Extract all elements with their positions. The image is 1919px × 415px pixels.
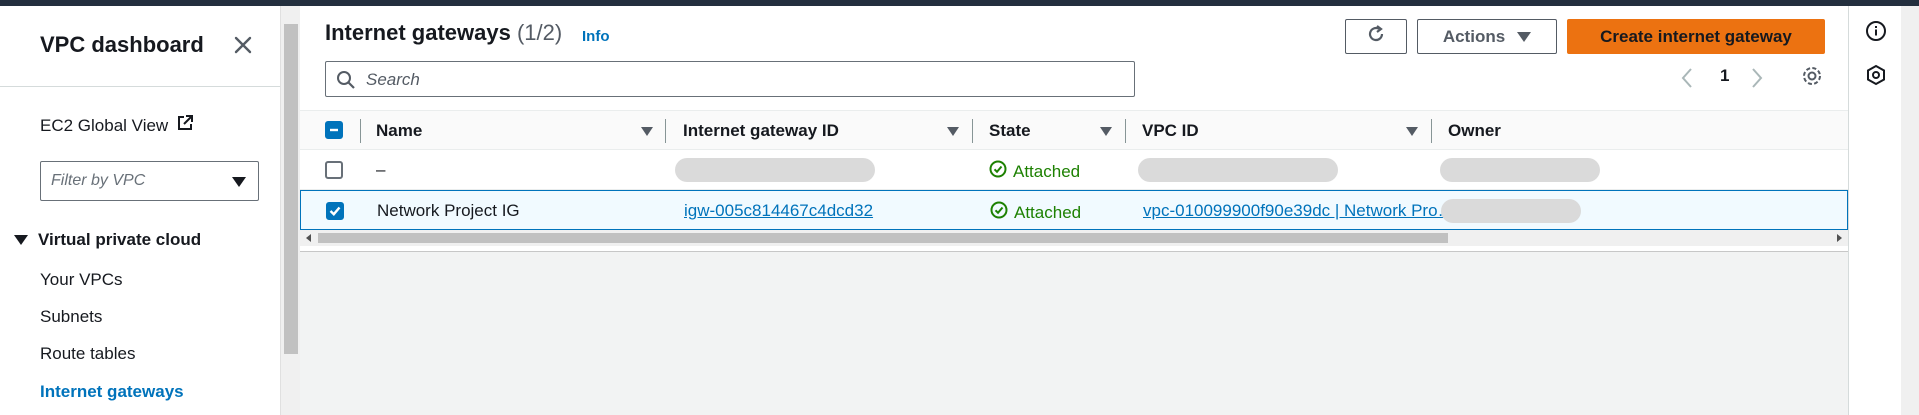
sidebar-title[interactable]: VPC dashboard xyxy=(40,32,204,58)
column-divider[interactable] xyxy=(1431,119,1432,143)
table-row[interactable]: – Attached xyxy=(300,150,1848,190)
help-rail xyxy=(1849,6,1901,415)
table-row-selected[interactable]: Network Project IG igw-005c814467c4dcd32… xyxy=(300,190,1848,230)
selection-count: (1/2) xyxy=(516,20,563,45)
column-header-gateway-id[interactable]: Internet gateway ID xyxy=(683,121,839,141)
horizontal-scrollbar-thumb[interactable] xyxy=(318,233,1448,243)
state-text: Attached xyxy=(1014,202,1082,222)
check-circle-icon xyxy=(989,160,1007,183)
ec2-global-view-label: EC2 Global View xyxy=(40,115,169,135)
column-header-state[interactable]: State xyxy=(989,121,1031,141)
chevron-right-icon[interactable] xyxy=(1750,67,1764,94)
column-header-name[interactable]: Name xyxy=(376,121,422,141)
caret-down-icon xyxy=(1517,31,1532,42)
redacted-gateway-id xyxy=(675,158,875,182)
sidebar-divider xyxy=(0,86,280,87)
external-link-icon xyxy=(176,114,194,137)
search-placeholder: Search xyxy=(366,70,420,89)
actions-label: Actions xyxy=(1442,26,1506,46)
table-horizontal-scrollbar[interactable] xyxy=(300,230,1848,246)
column-divider[interactable] xyxy=(1125,119,1126,143)
gear-icon[interactable] xyxy=(1800,64,1824,93)
create-internet-gateway-button[interactable]: Create internet gateway xyxy=(1567,19,1825,54)
redacted-vpc-id xyxy=(1138,158,1338,182)
sort-icon[interactable] xyxy=(1406,127,1418,136)
row-checkbox[interactable] xyxy=(326,202,344,220)
sidebar-scrollbar[interactable] xyxy=(280,6,300,415)
cell-name: – xyxy=(376,160,386,179)
column-divider xyxy=(360,119,361,143)
sort-icon[interactable] xyxy=(947,127,959,136)
search-icon xyxy=(336,70,356,95)
sidebar-scrollbar-thumb[interactable] xyxy=(284,24,298,354)
redacted-owner xyxy=(1441,199,1581,223)
vpc-id-link[interactable]: vpc-010099900f90e39dc | Network Pro… xyxy=(1143,201,1455,221)
expand-triangle-icon xyxy=(14,235,28,245)
chevron-left-icon[interactable] xyxy=(1680,67,1694,94)
cell-state: Attached xyxy=(989,160,1080,183)
sort-icon[interactable] xyxy=(641,127,653,136)
cell-name: Network Project IG xyxy=(377,201,520,220)
close-icon[interactable] xyxy=(230,32,256,58)
check-circle-icon xyxy=(990,201,1008,224)
internet-gateways-panel: Internet gateways (1/2) Info Actions Cre… xyxy=(300,6,1848,252)
row-checkbox[interactable] xyxy=(325,161,343,179)
scroll-left-arrow[interactable] xyxy=(306,234,311,242)
actions-button[interactable]: Actions xyxy=(1417,19,1557,54)
sidebar-item-route-tables[interactable]: Route tables xyxy=(40,344,135,364)
redacted-owner xyxy=(1440,158,1600,182)
select-all-checkbox[interactable] xyxy=(325,121,343,139)
column-divider[interactable] xyxy=(665,119,666,143)
scroll-right-arrow[interactable] xyxy=(1837,234,1842,242)
search-input[interactable]: Search xyxy=(325,61,1135,97)
info-icon[interactable] xyxy=(1865,20,1887,47)
vpc-filter-select[interactable]: Filter by VPC xyxy=(40,161,259,201)
state-text: Attached xyxy=(1013,161,1081,181)
sidebar-item-subnets[interactable]: Subnets xyxy=(40,307,102,327)
refresh-icon xyxy=(1365,23,1387,50)
column-header-vpc-id[interactable]: VPC ID xyxy=(1142,121,1199,141)
info-link[interactable]: Info xyxy=(582,28,610,45)
hexagon-icon[interactable] xyxy=(1865,64,1887,91)
cell-state: Attached xyxy=(990,201,1081,224)
vpc-filter-placeholder: Filter by VPC xyxy=(51,172,146,189)
refresh-button[interactable] xyxy=(1345,19,1407,54)
caret-down-icon xyxy=(232,177,246,187)
section-virtual-private-cloud[interactable]: Virtual private cloud xyxy=(14,230,201,250)
gateway-id-link[interactable]: igw-005c814467c4dcd32 xyxy=(684,201,873,221)
column-header-owner[interactable]: Owner xyxy=(1448,121,1501,141)
section-label: Virtual private cloud xyxy=(38,230,202,249)
sidebar-item-ec2-global-view[interactable]: EC2 Global View xyxy=(40,114,194,137)
page-number[interactable]: 1 xyxy=(1720,66,1729,86)
page-title-text: Internet gateways xyxy=(325,20,511,45)
sidebar-item-your-vpcs[interactable]: Your VPCs xyxy=(40,270,123,290)
sort-icon[interactable] xyxy=(1100,127,1112,136)
sidebar: VPC dashboard EC2 Global View Filter by … xyxy=(0,6,280,415)
table-header: Name Internet gateway ID State VPC ID Ow… xyxy=(300,110,1848,150)
sidebar-item-internet-gateways[interactable]: Internet gateways xyxy=(40,382,184,402)
column-divider[interactable] xyxy=(972,119,973,143)
page-title: Internet gateways (1/2) xyxy=(325,20,562,46)
page-scrollbar[interactable] xyxy=(1901,6,1919,415)
